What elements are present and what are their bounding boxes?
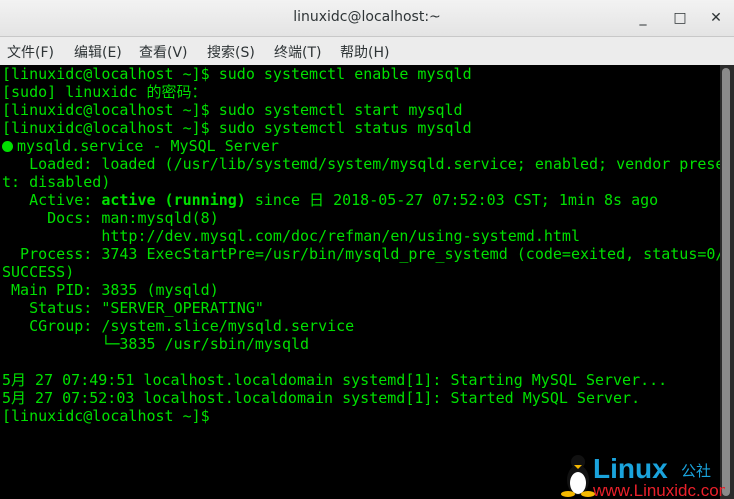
menu-help[interactable]: 帮助(H) (340, 42, 389, 62)
logo-suffix: 公社 (681, 462, 711, 480)
minimize-button[interactable]: _ (633, 8, 653, 28)
title-bar: linuxidc@localhost:~ _ □ ✕ (0, 0, 734, 37)
terminal-line-text: SUCCESS) (2, 263, 75, 281)
terminal-line-text: Main PID: 3835 (mysqld) (2, 281, 219, 299)
terminal-line: CGroup: /system.slice/mysqld.service (2, 317, 354, 335)
close-button[interactable]: ✕ (706, 8, 726, 28)
terminal-line-text: 5月 27 07:49:51 localhost.localdomain sys… (2, 371, 668, 389)
terminal-line: [linuxidc@localhost ~]$ sudo systemctl s… (2, 101, 463, 119)
terminal-line: Active: active (running) since 日 2018-05… (2, 191, 658, 209)
terminal-line-text: Active: (2, 191, 102, 209)
terminal-line: mysqld.service - MySQL Server (2, 137, 279, 155)
terminal-line: Process: 3743 ExecStartPre=/usr/bin/mysq… (2, 245, 724, 263)
terminal-line-text: └─3835 /usr/sbin/mysqld (2, 335, 310, 353)
terminal-line-text: Process: 3743 ExecStartPre=/usr/bin/mysq… (2, 245, 725, 263)
active-state: active (running) (101, 191, 246, 209)
status-dot-icon (2, 141, 13, 152)
logo-brand: Linux (593, 453, 668, 484)
scrollbar-thumb[interactable] (722, 68, 730, 496)
menu-file[interactable]: 文件(F) (7, 42, 54, 62)
terminal-line-text: 5月 27 07:52:03 localhost.localdomain sys… (2, 389, 641, 407)
menu-edit[interactable]: 编辑(E) (74, 42, 122, 62)
terminal-line: [linuxidc@localhost ~]$ (2, 407, 210, 425)
terminal-line-text: [linuxidc@localhost ~]$ (2, 407, 210, 425)
terminal-line-text: Loaded: loaded (/usr/lib/systemd/system/… (2, 155, 725, 173)
terminal-line: Main PID: 3835 (mysqld) (2, 281, 219, 299)
menu-terminal[interactable]: 终端(T) (274, 42, 321, 62)
terminal-line-text: http://dev.mysql.com/doc/refman/en/using… (2, 227, 580, 245)
terminal-line: Status: "SERVER_OPERATING" (2, 299, 264, 317)
terminal-line: t: disabled) (2, 173, 110, 191)
terminal-line-text: mysqld.service - MySQL Server (17, 137, 279, 155)
terminal-line: └─3835 /usr/sbin/mysqld (2, 335, 309, 353)
terminal-line: 5月 27 07:49:51 localhost.localdomain sys… (2, 371, 667, 389)
menu-search[interactable]: 搜索(S) (207, 42, 255, 62)
terminal-line: [sudo] linuxidc 的密码： (2, 83, 207, 101)
terminal-line-text: [linuxidc@localhost ~]$ sudo systemctl s… (2, 119, 472, 137)
logo-url: www.Linuxidc.com (592, 481, 725, 498)
menu-bar: 文件(F) 编辑(E) 查看(V) 搜索(S) 终端(T) 帮助(H) (0, 37, 734, 65)
linuxidc-logo: Linux 公社 www.Linuxidc.com (561, 453, 725, 498)
terminal-line-text: [linuxidc@localhost ~]$ sudo systemctl s… (2, 101, 463, 119)
window-title: linuxidc@localhost:~ (293, 9, 441, 25)
terminal-line-text: Docs: man:mysqld(8) (2, 209, 219, 227)
terminal-line: Docs: man:mysqld(8) (2, 209, 219, 227)
menu-view[interactable]: 查看(V) (139, 42, 188, 62)
terminal-line-text: [linuxidc@localhost ~]$ sudo systemctl e… (2, 65, 472, 83)
terminal-line-text: t: disabled) (2, 173, 111, 191)
terminal-line: [linuxidc@localhost ~]$ sudo systemctl e… (2, 65, 472, 83)
terminal-line-text: Status: "SERVER_OPERATING" (2, 299, 264, 317)
maximize-button[interactable]: □ (670, 8, 690, 28)
terminal-line-text: [sudo] linuxidc 的密码： (2, 83, 207, 101)
terminal-line: [linuxidc@localhost ~]$ sudo systemctl s… (2, 119, 472, 137)
terminal-line: http://dev.mysql.com/doc/refman/en/using… (2, 227, 580, 245)
terminal-line: SUCCESS) (2, 263, 74, 281)
terminal-line: Loaded: loaded (/usr/lib/systemd/system/… (2, 155, 724, 173)
terminal-line-text: CGroup: /system.slice/mysqld.service (2, 317, 355, 335)
terminal-line: 5月 27 07:52:03 localhost.localdomain sys… (2, 389, 640, 407)
active-since: since 日 2018-05-27 07:52:03 CST; 1min 8s… (245, 191, 659, 209)
